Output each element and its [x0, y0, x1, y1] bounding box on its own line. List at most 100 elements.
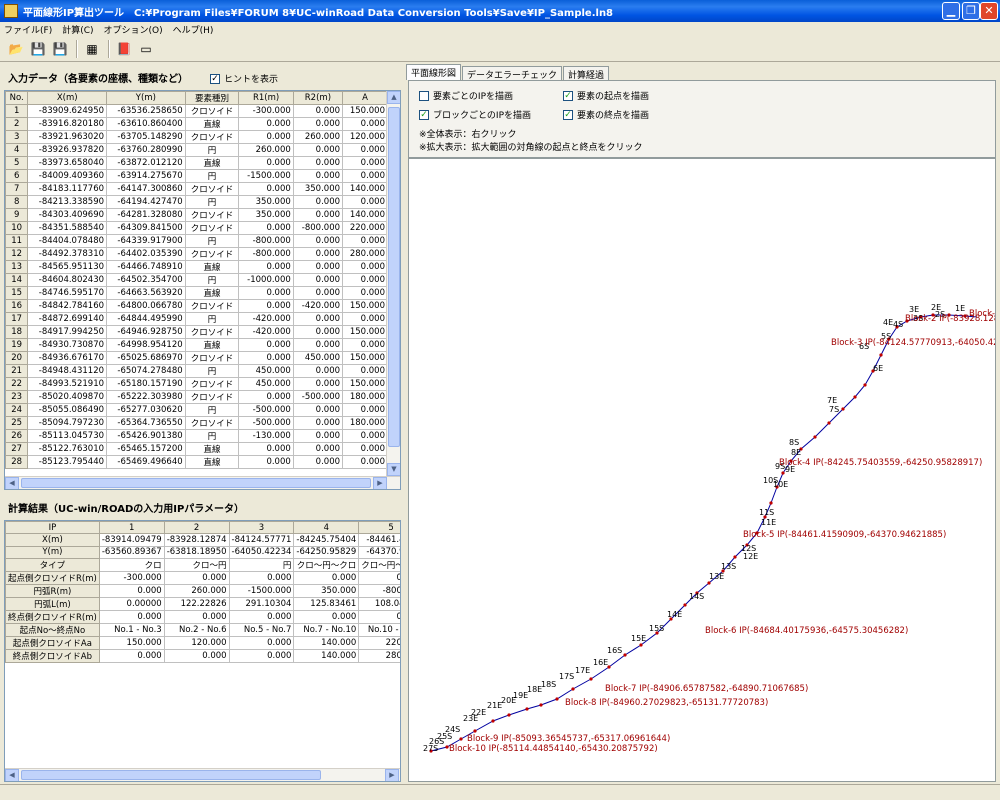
table-cell[interactable]: -420.000 [238, 325, 294, 339]
table-cell[interactable]: クロソイド [184, 130, 240, 144]
table-cell[interactable]: 0.000 [238, 455, 294, 469]
table-cell[interactable]: -83928.12874 [163, 533, 230, 547]
table-cell[interactable]: -300.000 [98, 571, 165, 586]
table-row[interactable]: 6 -84009.409360 -63914.275670 円 -1500.000 0.0… [5, 169, 388, 183]
ip-per-element-checkbox[interactable]: 要素ごとのIPを描画 [419, 89, 513, 102]
table-cell[interactable]: 0.000 [292, 247, 344, 261]
table-cell[interactable]: -84936.676170 [27, 351, 108, 365]
open-folder-icon[interactable]: 📂 [6, 39, 26, 59]
row-number[interactable]: 5 [5, 156, 29, 170]
table-row[interactable]: 25 -85094.797230 -65364.736550 クロソイド -500.00… [5, 416, 388, 430]
row-number[interactable]: 27 [5, 442, 29, 456]
table-cell[interactable]: 450.000 [238, 364, 294, 378]
row-number[interactable]: 8 [5, 195, 29, 209]
input-vertical-scrollbar[interactable]: ▲ ▼ [386, 91, 400, 477]
hint-checkbox[interactable]: ✓ ヒントを表示 [210, 72, 278, 85]
table-cell[interactable]: 円 [184, 169, 240, 183]
result-horizontal-scrollbar[interactable]: ◀ ▶ [5, 768, 400, 781]
table-cell[interactable]: 150.000 [342, 299, 388, 313]
table-cell[interactable]: 0.000 [98, 584, 165, 599]
table-cell[interactable]: -63760.280990 [106, 143, 186, 157]
table-row[interactable]: 円弧L(m) 0.00000 122.22826 291.10304 125.83461… [5, 597, 400, 612]
input-column-header[interactable]: X(m) [27, 91, 108, 105]
table-cell[interactable]: 0.000 [342, 273, 388, 287]
table-cell[interactable]: -65074.278480 [106, 364, 186, 378]
table-cell[interactable]: クロソイド [184, 208, 240, 222]
table-cell[interactable]: 0.000 [342, 312, 388, 326]
table-cell[interactable]: -84948.431120 [27, 364, 108, 378]
input-column-header[interactable]: A [342, 91, 388, 105]
table-cell[interactable]: 円 [184, 429, 240, 443]
table-cell[interactable]: -64466.748910 [106, 260, 186, 274]
table-cell[interactable]: 0.000 [342, 455, 388, 469]
table-cell[interactable]: 0.000 [238, 390, 294, 404]
table-cell[interactable]: 150.000 [342, 377, 388, 391]
input-horizontal-scrollbar[interactable]: ◀ ▶ [5, 476, 400, 489]
table-row[interactable]: 起点側クロソイドAa150.000120.0000.000140.000220.… [5, 636, 400, 651]
table-cell[interactable]: 0.000 [163, 610, 230, 625]
table-cell[interactable]: -64194.427470 [106, 195, 186, 209]
table-cell[interactable]: 0.000 [292, 208, 344, 222]
result-column-header[interactable]: 1 [98, 521, 165, 535]
table-cell[interactable]: -64998.954120 [106, 338, 186, 352]
result-column-header[interactable]: IP [5, 521, 100, 535]
table-cell[interactable]: 0.000 [292, 455, 344, 469]
scroll-down-icon[interactable]: ▼ [387, 463, 400, 476]
table-cell[interactable]: クロソイド [184, 351, 240, 365]
tab-calc-progress[interactable]: 計算経過 [563, 66, 610, 81]
row-number[interactable]: 15 [5, 286, 29, 300]
table-cell[interactable]: -84009.409360 [27, 169, 108, 183]
table-cell[interactable]: -64250.95829 [293, 545, 360, 560]
table-cell[interactable]: 350.000 [293, 584, 360, 599]
ip-per-block-checkbox[interactable]: ✓ ブロックごとのIPを描画 [419, 108, 531, 121]
table-cell[interactable]: クロソイド [184, 416, 240, 430]
scroll-right-icon[interactable]: ▶ [385, 769, 399, 781]
table-cell[interactable]: 280.000 [358, 649, 400, 664]
table-cell[interactable]: -65465.157200 [106, 442, 186, 456]
table-row[interactable]: X(m) -83914.09479 -83928.12874 -84124.57771… [5, 533, 400, 547]
row-number[interactable]: 19 [5, 338, 29, 352]
table-cell[interactable]: 0.000 [292, 169, 344, 183]
table-cell[interactable]: 260.000 [163, 584, 230, 599]
table-cell[interactable]: 0.000 [292, 195, 344, 209]
table-cell[interactable]: 120.000 [163, 636, 230, 651]
table-row[interactable]: 13 -84565.951130 -64466.748910 直線 0.000 0.000… [5, 260, 388, 274]
table-cell[interactable]: -65180.157190 [106, 377, 186, 391]
menu-calc[interactable]: 計算(C) [62, 23, 93, 36]
table-cell[interactable]: クロソイド [184, 182, 240, 196]
alignment-plot-canvas[interactable]: 1E 2E 3E 2S 3S 4E 4S 5S 6S 6E 7E 7S 8S 8E 9S 9E 10S 10E 11… [408, 158, 1000, 782]
table-cell[interactable]: 0.000 [238, 182, 294, 196]
table-cell[interactable]: 140.000 [293, 649, 360, 664]
minimize-button[interactable]: ▁ [942, 2, 960, 20]
table-cell[interactable]: 0.000 [98, 610, 165, 625]
table-cell[interactable]: クロソイド [184, 325, 240, 339]
table-cell[interactable]: 450.000 [292, 351, 344, 365]
table-cell[interactable]: -83926.937820 [27, 143, 108, 157]
table-row[interactable]: 18 -84917.994250 -64946.928750 クロソイド -420.00… [5, 325, 388, 339]
table-row[interactable]: 28 -85123.795440 -65469.496640 直線 0.000 0.000… [5, 455, 388, 469]
save-icon[interactable]: 💾 [28, 39, 48, 59]
table-cell[interactable]: 直線 [184, 286, 240, 300]
table-cell[interactable]: No.2 - No.6 [163, 623, 230, 638]
table-cell[interactable]: クロソイド [184, 299, 240, 313]
result-column-header[interactable]: 2 [163, 521, 230, 535]
table-cell[interactable]: 円 [228, 558, 295, 573]
table-cell[interactable]: 円 [184, 273, 240, 287]
table-cell[interactable]: -63560.89367 [98, 545, 165, 560]
table-cell[interactable]: クロ～円～クロ [293, 558, 360, 573]
table-cell[interactable]: -84842.784160 [27, 299, 108, 313]
row-number[interactable]: 17 [5, 312, 29, 326]
table-cell[interactable]: -84245.75404 [293, 533, 360, 547]
row-header[interactable]: タイプ [5, 558, 100, 573]
table-cell[interactable]: 108.04247 [358, 597, 400, 612]
table-cell[interactable]: -500.000 [238, 416, 294, 430]
table-row[interactable]: 円弧R(m)0.000260.000-1500.000350.000-800.0… [5, 584, 400, 599]
table-cell[interactable]: 0.000 [238, 130, 294, 144]
save-as-icon[interactable]: 💾 [50, 39, 70, 59]
table-cell[interactable]: クロソイド [184, 377, 240, 391]
table-cell[interactable]: -84604.802430 [27, 273, 108, 287]
row-header[interactable]: X(m) [5, 533, 100, 547]
row-number[interactable]: 10 [5, 221, 29, 235]
table-cell[interactable]: -65426.901380 [106, 429, 186, 443]
table-cell[interactable]: クロソイド [184, 221, 240, 235]
